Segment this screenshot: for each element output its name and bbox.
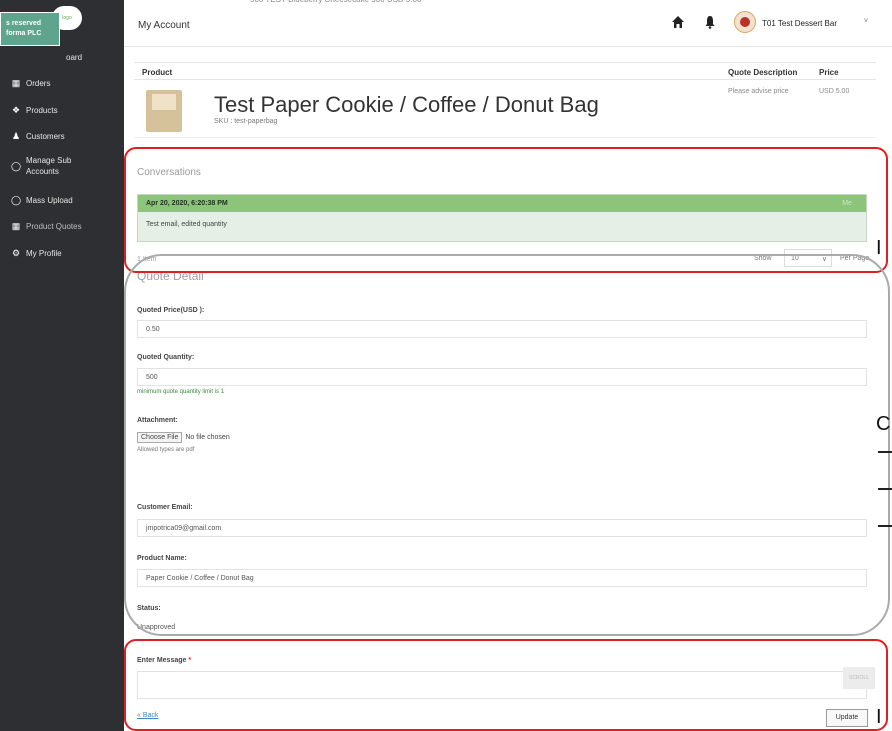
edge-glyph: C (876, 414, 891, 434)
sidebar-item-label: Manage Sub Accounts (26, 156, 72, 176)
page-title: My Account (138, 20, 190, 31)
sidebar-item-label: Products (26, 106, 58, 115)
sidebar-item-customers[interactable]: ♟ Customers (0, 131, 124, 142)
sidebar-item-products[interactable]: ❖ Products (0, 105, 124, 116)
cube-icon: ❖ (11, 105, 21, 115)
column-header-product: Product (142, 68, 173, 77)
highlight-quote-detail (124, 254, 890, 636)
sidebar-item-product-quotes[interactable]: ▦ Product Quotes (0, 221, 124, 232)
sidebar-item-label: My Profile (26, 249, 62, 258)
sidebar-item-label: Orders (26, 79, 51, 88)
store-name[interactable]: T01 Test Dessert Bar (762, 19, 837, 28)
sidebar-item-mass-upload[interactable]: ◯ Mass Upload (0, 195, 124, 206)
edge-glyph: I (876, 707, 882, 727)
copyright-line: forma PLC (6, 30, 42, 37)
sidebar-item-label: oard (66, 53, 83, 62)
product-price: USD 5.00 (819, 88, 850, 95)
sidebar-item-label: Mass Upload (26, 196, 73, 205)
user-icon: ♟ (11, 131, 21, 141)
column-header-price: Price (819, 68, 839, 77)
product-sku: SKU : test-paperbag (214, 118, 278, 125)
edge-line (878, 525, 892, 527)
quote-description: Please advise price (728, 88, 789, 95)
home-icon[interactable] (671, 15, 685, 29)
copyright-line: s reserved (6, 20, 42, 27)
bell-icon[interactable] (704, 15, 716, 29)
gear-icon: ⚙ (11, 248, 21, 258)
column-header-quote-description: Quote Description (728, 68, 798, 77)
edge-glyph: I (876, 238, 882, 258)
store-avatar[interactable] (734, 11, 756, 33)
sidebar-item-label: Customers (26, 132, 65, 141)
product-row: Test Paper Cookie / Coffee / Donut Bag S… (134, 80, 876, 138)
circle-icon: ◯ (10, 160, 22, 171)
copyright-overlay: s reserved forma PLC (0, 12, 60, 46)
table-icon: ▦ (11, 221, 21, 231)
product-table-header: Product Quote Description Price (134, 62, 876, 80)
sidebar-item-label: Product Quotes (26, 222, 82, 231)
highlight-message (124, 639, 888, 731)
sidebar-item-dashboard[interactable]: oard (0, 52, 124, 63)
product-image (146, 90, 182, 132)
product-title[interactable]: Test Paper Cookie / Coffee / Donut Bag (214, 92, 599, 118)
chevron-down-icon[interactable]: ˅ (864, 18, 868, 25)
sidebar: logo oard ▦ Orders ❖ Products ♟ Customer… (0, 0, 124, 731)
sidebar-item-manage-sub-accounts[interactable]: ◯ Manage Sub Accounts (0, 155, 124, 177)
edge-line (878, 488, 892, 490)
sidebar-item-orders[interactable]: ▦ Orders (0, 78, 124, 89)
top-header: My Account T01 Test Dessert Bar ˅ (124, 5, 892, 47)
edge-line (878, 451, 892, 453)
circle-icon: ◯ (10, 195, 22, 205)
sidebar-item-my-profile[interactable]: ⚙ My Profile (0, 248, 124, 259)
table-icon: ▦ (11, 78, 21, 88)
